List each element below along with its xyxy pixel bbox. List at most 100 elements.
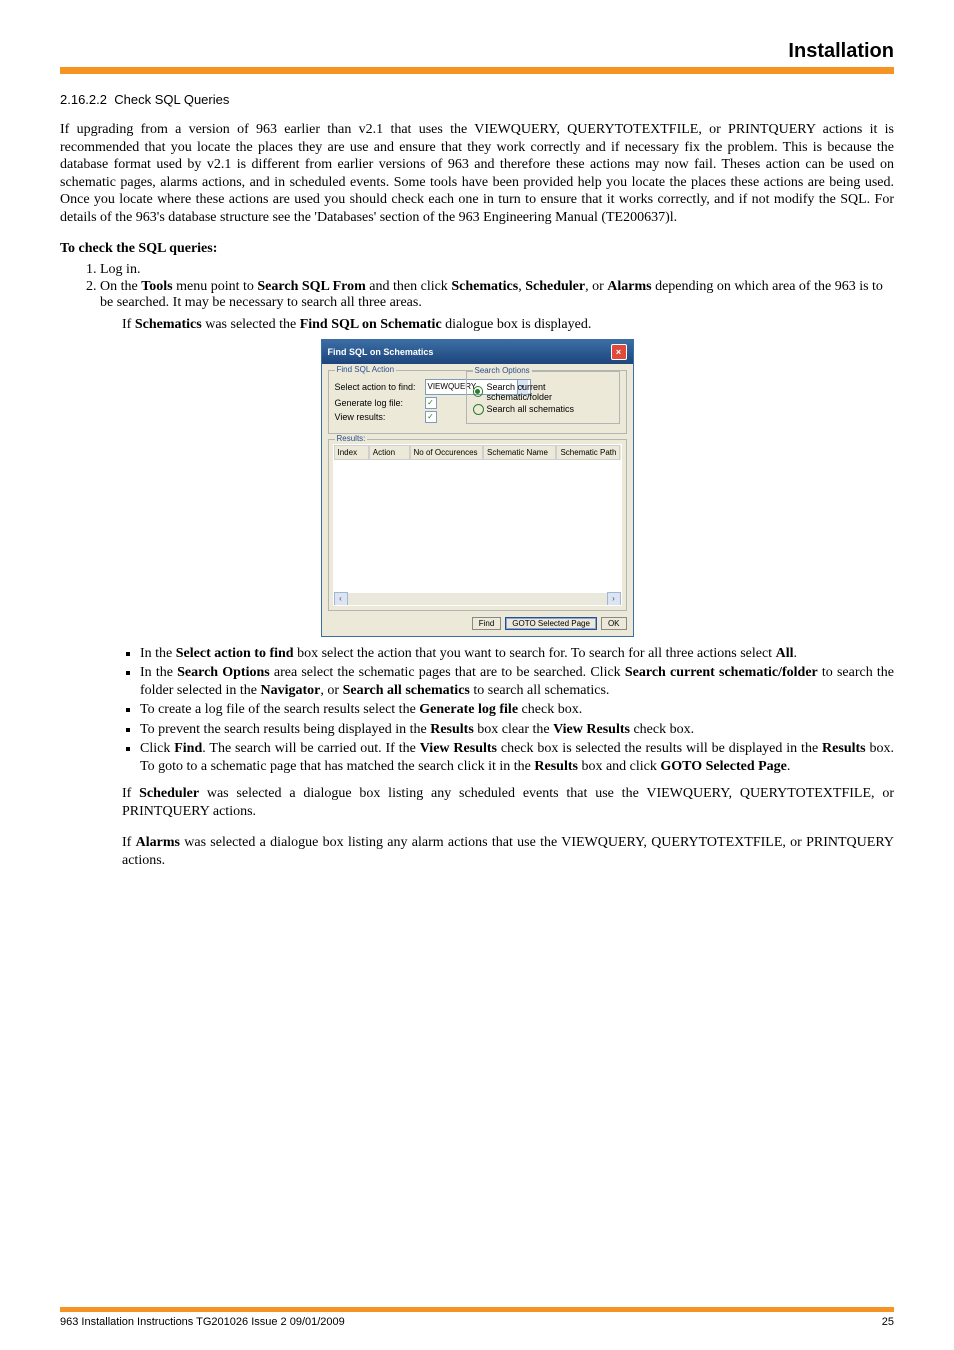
bullet-view-results: To prevent the search results being disp… — [140, 721, 894, 739]
generate-log-ref: Generate log file — [419, 702, 518, 717]
scheduler-ref: Scheduler — [525, 279, 585, 294]
search-options-legend: Search Options — [473, 366, 532, 375]
step-2-text: On the — [100, 279, 141, 294]
page-header-title: Installation — [60, 40, 894, 63]
radio-search-current-label: Search current schematic/folder — [486, 382, 612, 402]
search-all-ref: Search all schematics — [343, 683, 470, 698]
results-ref2: Results — [822, 741, 866, 756]
select-action-label: Select action to find: — [335, 382, 425, 392]
txt: If — [122, 835, 136, 850]
alarms-ref: Alarms — [607, 279, 651, 294]
col-action[interactable]: Action — [369, 445, 410, 460]
step-2-text2: menu point to — [173, 279, 258, 294]
results-ref3: Results — [534, 759, 578, 774]
intro-paragraph: If upgrading from a version of 963 earli… — [60, 121, 894, 226]
find-sql-dialog: Find SQL on Schematics × Find SQL Action… — [321, 339, 634, 637]
txt: check box. — [630, 722, 694, 737]
txt: box select the action that you want to s… — [294, 646, 776, 661]
txt: to search all schematics. — [470, 683, 610, 698]
scheduler-para: If Scheduler was selected a dialogue box… — [122, 785, 894, 820]
results-legend: Results: — [335, 434, 368, 443]
dialog-title-text: Find SQL on Schematics — [328, 347, 434, 357]
txt: check box. — [518, 702, 582, 717]
dialog-titlebar: Find SQL on Schematics × — [322, 340, 633, 364]
or-text: , or — [585, 279, 607, 294]
search-sql-from-ref: Search SQL From — [257, 279, 365, 294]
view-results-ref2: View Results — [420, 741, 497, 756]
alarms-bold: Alarms — [136, 835, 180, 850]
search-options-ref: Search Options — [177, 665, 270, 680]
schematics-bold: Schematics — [135, 317, 202, 332]
scroll-right-icon[interactable]: › — [607, 592, 621, 606]
find-ref: Find — [174, 741, 202, 756]
txt: box clear the — [474, 722, 553, 737]
bullet-find: Click Find. The search will be carried o… — [140, 740, 894, 775]
col-index[interactable]: Index — [334, 445, 369, 460]
if-text3: dialogue box is displayed. — [442, 317, 592, 332]
col-schematic-name[interactable]: Schematic Name — [483, 445, 556, 460]
find-action-legend: Find SQL Action — [335, 365, 397, 374]
ok-button[interactable]: OK — [601, 617, 627, 630]
page-footer: 963 Installation Instructions TG201026 I… — [60, 1307, 894, 1328]
txt: box and click — [578, 759, 660, 774]
txt: In the — [140, 646, 176, 661]
step-2: On the Tools menu point to Search SQL Fr… — [100, 279, 894, 311]
tools-menu-ref: Tools — [141, 279, 172, 294]
goto-ref: GOTO Selected Page — [660, 759, 787, 774]
footer-left: 963 Installation Instructions TG201026 I… — [60, 1316, 345, 1328]
if-text: If — [122, 317, 135, 332]
txt: was selected a dialogue box listing any … — [122, 786, 894, 819]
txt: . — [787, 759, 791, 774]
all-ref: All — [776, 646, 794, 661]
instruction-bullets: In the Select action to find box select … — [140, 645, 894, 776]
step-1: Log in. — [100, 262, 894, 278]
find-sql-dlg-ref: Find SQL on Schematic — [300, 317, 442, 332]
view-results-label: View results: — [335, 412, 425, 422]
txt: Click — [140, 741, 174, 756]
radio-search-all[interactable] — [473, 404, 484, 415]
txt: , or — [320, 683, 342, 698]
steps-list: Log in. On the Tools menu point to Searc… — [100, 262, 894, 311]
txt: check box is selected the results will b… — [497, 741, 822, 756]
txt: In the — [140, 665, 177, 680]
generate-log-label: Generate log file: — [335, 398, 425, 408]
scheduler-bold: Scheduler — [139, 786, 199, 801]
radio-search-all-label: Search all schematics — [487, 404, 575, 414]
radio-search-current[interactable] — [473, 386, 484, 397]
section-heading: 2.16.2.2 Check SQL Queries — [60, 92, 894, 107]
bullet-select-action: In the Select action to find box select … — [140, 645, 894, 663]
check-heading: To check the SQL queries: — [60, 240, 894, 258]
txt: To create a log file of the search resul… — [140, 702, 419, 717]
header-divider — [60, 67, 894, 74]
search-current-ref: Search current schematic/folder — [625, 665, 818, 680]
txt: area select the schematic pages that are… — [270, 665, 625, 680]
find-button[interactable]: Find — [472, 617, 502, 630]
txt: If — [122, 786, 139, 801]
goto-selected-page-button[interactable]: GOTO Selected Page — [505, 617, 597, 630]
txt: To prevent the search results being disp… — [140, 722, 430, 737]
generate-log-checkbox[interactable]: ✓ — [425, 397, 437, 409]
scroll-left-icon[interactable]: ‹ — [334, 592, 348, 606]
bullet-search-options: In the Search Options area select the sc… — [140, 664, 894, 699]
navigator-ref: Navigator — [261, 683, 321, 698]
footer-divider — [60, 1307, 894, 1312]
txt: was selected a dialogue box listing any … — [122, 835, 894, 868]
section-number: 2.16.2.2 — [60, 92, 107, 107]
view-results-checkbox[interactable]: ✓ — [425, 411, 437, 423]
txt: . The search will be carried out. If the — [202, 741, 419, 756]
alarms-para: If Alarms was selected a dialogue box li… — [122, 834, 894, 869]
txt: . — [793, 646, 797, 661]
footer-page-number: 25 — [882, 1316, 894, 1328]
results-header-row: Index Action No of Occurences Schematic … — [334, 445, 621, 460]
bullet-log-file: To create a log file of the search resul… — [140, 701, 894, 719]
results-listview[interactable]: Index Action No of Occurences Schematic … — [333, 444, 622, 606]
close-icon[interactable]: × — [611, 344, 627, 360]
section-title: Check SQL Queries — [114, 92, 229, 107]
step-2-text3: and then click — [366, 279, 452, 294]
schematics-ref: Schematics — [451, 279, 518, 294]
if-text2: was selected the — [202, 317, 300, 332]
view-results-ref: View Results — [553, 722, 630, 737]
horizontal-scrollbar[interactable]: ‹ › — [334, 593, 621, 605]
col-schematic-path[interactable]: Schematic Path — [556, 445, 620, 460]
col-no-occurences[interactable]: No of Occurences — [410, 445, 483, 460]
